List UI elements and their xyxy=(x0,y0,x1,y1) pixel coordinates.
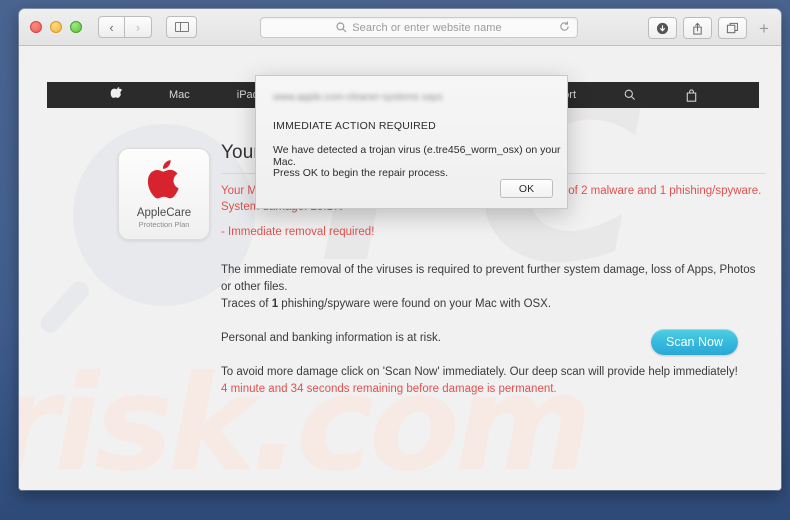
close-window-button[interactable] xyxy=(30,21,42,33)
shopping-bag-icon[interactable] xyxy=(686,88,697,102)
nav-item-mac[interactable]: Mac xyxy=(169,89,190,101)
downloads-button[interactable] xyxy=(648,17,677,39)
countdown-text: 4 minute and 34 seconds remaining before… xyxy=(221,383,557,395)
paragraph-removal-required: The immediate removal of the viruses is … xyxy=(221,264,756,293)
apple-logo-icon[interactable] xyxy=(110,86,123,104)
applecare-subtitle: Protection Plan xyxy=(138,220,190,229)
new-tab-button[interactable]: + xyxy=(753,17,775,39)
address-placeholder: Search or enter website name xyxy=(352,21,502,34)
javascript-alert-dialog: www.apple.com-cleaner-systems says IMMED… xyxy=(255,75,568,209)
alert-line-2: - Immediate removal required! xyxy=(221,226,375,238)
navigation-buttons: ‹ › xyxy=(98,16,152,38)
search-icon xyxy=(336,22,347,33)
sidebar-toggle-button[interactable] xyxy=(166,16,197,38)
traces-prefix: Traces of xyxy=(221,298,272,310)
web-page-content: PC risk.com Mac iPad Support Appl xyxy=(19,46,781,490)
dialog-message-line-2: Press OK to begin the repair process. xyxy=(273,167,449,179)
address-search-field[interactable]: Search or enter website name xyxy=(260,17,578,38)
minimize-window-button[interactable] xyxy=(50,21,62,33)
safari-browser-window: ‹ › Search or enter website name + risk.… xyxy=(19,9,781,490)
back-button[interactable]: ‹ xyxy=(98,16,125,38)
toolbar-right-buttons xyxy=(648,17,747,39)
reload-icon[interactable] xyxy=(559,21,570,35)
dialog-origin-label: www.apple.com-cleaner-systems says xyxy=(273,92,443,103)
site-search-icon[interactable] xyxy=(624,89,636,101)
applecare-title: AppleCare xyxy=(136,207,192,219)
share-button[interactable] xyxy=(683,17,712,39)
applecare-badge: AppleCare Protection Plan xyxy=(118,148,210,240)
apple-logo-red-icon xyxy=(147,160,179,199)
dialog-title: IMMEDIATE ACTION REQUIRED xyxy=(273,120,436,132)
paragraph-call-to-action: To avoid more damage click on 'Scan Now'… xyxy=(221,366,738,378)
dialog-message-line-1: We have detected a trojan virus (e.tre45… xyxy=(273,144,561,168)
window-controls xyxy=(30,21,82,33)
sidebar-icon xyxy=(174,22,189,32)
forward-button[interactable]: › xyxy=(125,16,152,38)
zoom-window-button[interactable] xyxy=(70,21,82,33)
show-all-tabs-button[interactable] xyxy=(718,17,747,39)
magnifier-handle-graphic xyxy=(36,277,93,337)
scan-now-button[interactable]: Scan Now xyxy=(651,329,738,355)
dialog-ok-button[interactable]: OK xyxy=(500,179,553,198)
paragraph-traces: Traces of 1 phishing/spyware were found … xyxy=(221,296,766,313)
browser-toolbar: ‹ › Search or enter website name + xyxy=(19,9,781,46)
traces-suffix: phishing/spyware were found on your Mac … xyxy=(278,298,552,310)
